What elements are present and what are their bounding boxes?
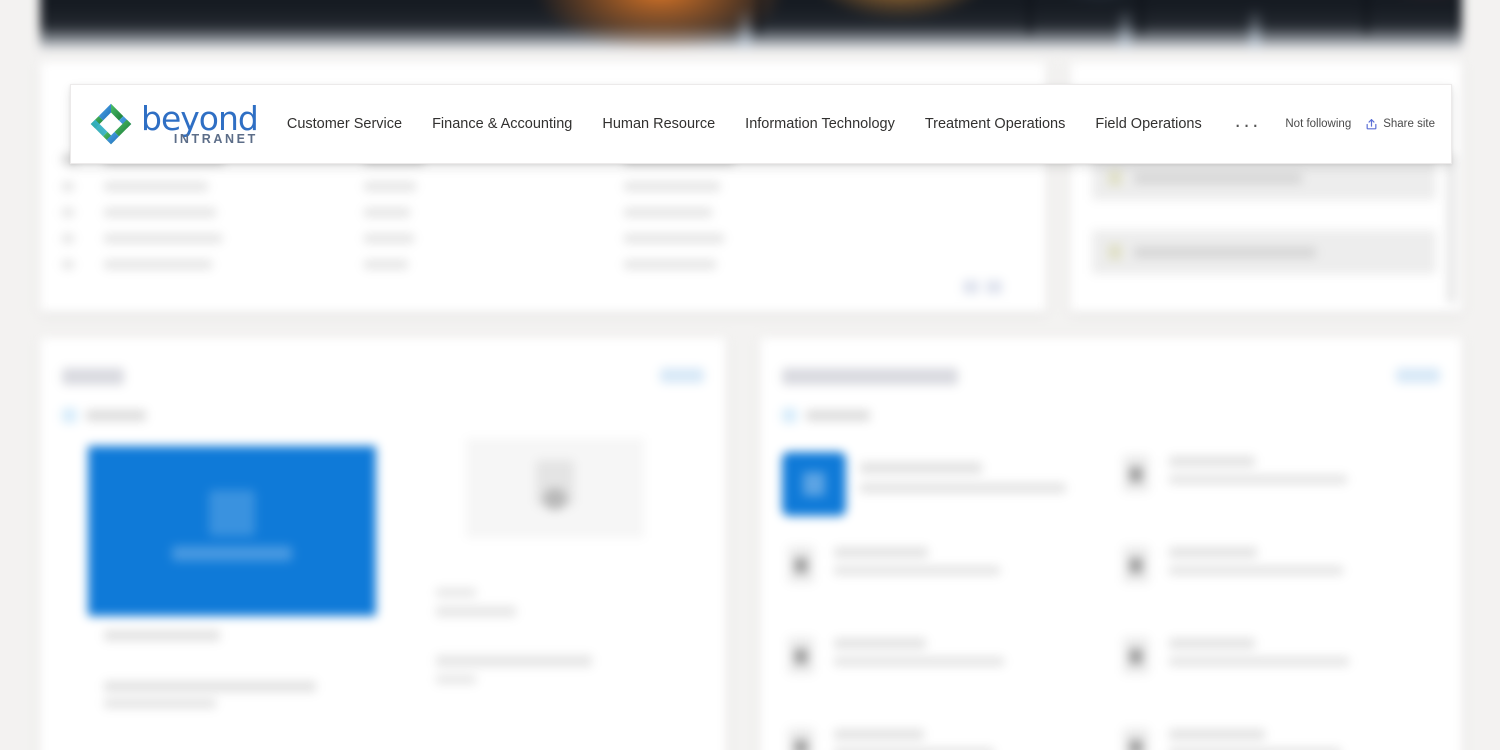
brand-name: beyond [141, 99, 259, 139]
document-item[interactable] [782, 438, 1117, 529]
nav-link-human-resource[interactable]: Human Resource [587, 117, 730, 132]
site-logo-text: beyond INTRANET [141, 99, 259, 146]
navigation-links: Customer Service Finance & Accounting Hu… [272, 110, 1273, 139]
news-see-all-button[interactable] [660, 368, 704, 383]
pagination-next[interactable] [986, 280, 1002, 294]
documents-card-title [782, 368, 958, 390]
site-logo[interactable]: beyond INTRANET [89, 99, 259, 146]
news-item-text [420, 588, 690, 684]
document-item[interactable] [782, 620, 1117, 711]
document-icon [1117, 452, 1155, 492]
news-featured-tile[interactable] [88, 446, 376, 616]
pagination-prev[interactable] [963, 280, 979, 294]
nav-link-field-operations[interactable]: Field Operations [1080, 117, 1216, 132]
news-card [40, 338, 726, 750]
table-pagination[interactable] [963, 280, 1002, 294]
nav-link-information-technology[interactable]: Information Technology [730, 117, 910, 132]
table-row[interactable] [62, 174, 1026, 200]
table-row[interactable] [62, 226, 1026, 252]
document-item[interactable] [1117, 529, 1452, 620]
data-table [62, 148, 1026, 278]
table-row[interactable] [62, 252, 1026, 278]
document-icon [782, 634, 820, 674]
list-item[interactable] [1092, 230, 1436, 274]
bookmark-icon [62, 408, 77, 423]
follow-site-button[interactable]: Not following [1285, 118, 1351, 130]
news-thumbnail [466, 438, 644, 538]
document-icon [1108, 244, 1122, 260]
document-icon [1108, 170, 1122, 186]
bookmark-icon [782, 408, 797, 423]
nav-link-treatment-operations[interactable]: Treatment Operations [910, 117, 1081, 132]
document-icon [1117, 543, 1155, 583]
page-root: Welcome to our intranet [0, 0, 1500, 750]
documents-card-subtitle [782, 408, 870, 423]
table-row[interactable] [62, 200, 1026, 226]
news-card-title [62, 368, 124, 390]
image-placeholder-icon [209, 490, 255, 536]
site-navigation-bar: beyond INTRANET Customer Service Finance… [70, 84, 1452, 164]
nav-link-finance-accounting[interactable]: Finance & Accounting [417, 117, 587, 132]
ellipsis-icon[interactable]: ... [1217, 110, 1274, 139]
document-icon [1117, 725, 1155, 750]
document-icon [782, 452, 846, 516]
document-item[interactable] [1117, 438, 1452, 529]
document-item[interactable] [782, 711, 1117, 750]
scrollbar[interactable] [1447, 154, 1456, 304]
hero-banner: Welcome to our intranet [40, 0, 1462, 50]
share-site-label: Share site [1383, 118, 1435, 130]
news-card-subtitle [62, 408, 146, 423]
nav-link-customer-service[interactable]: Customer Service [272, 117, 417, 132]
news-featured-caption [172, 546, 292, 561]
share-site-button[interactable]: Share site [1365, 118, 1435, 131]
person-icon [543, 488, 567, 510]
documents-see-all-button[interactable] [1396, 368, 1440, 383]
documents-card [760, 338, 1462, 750]
document-icon [782, 725, 820, 750]
news-featured-text [104, 630, 344, 708]
document-icon [1117, 634, 1155, 674]
site-actions: Not following Share site [1285, 118, 1451, 131]
beyond-diamond-logo-icon [89, 102, 133, 146]
document-item[interactable] [782, 529, 1117, 620]
document-item[interactable] [1117, 711, 1452, 750]
document-icon [782, 543, 820, 583]
news-item[interactable] [420, 438, 690, 684]
share-icon [1365, 118, 1378, 131]
documents-grid [782, 438, 1452, 750]
document-item[interactable] [1117, 620, 1452, 711]
